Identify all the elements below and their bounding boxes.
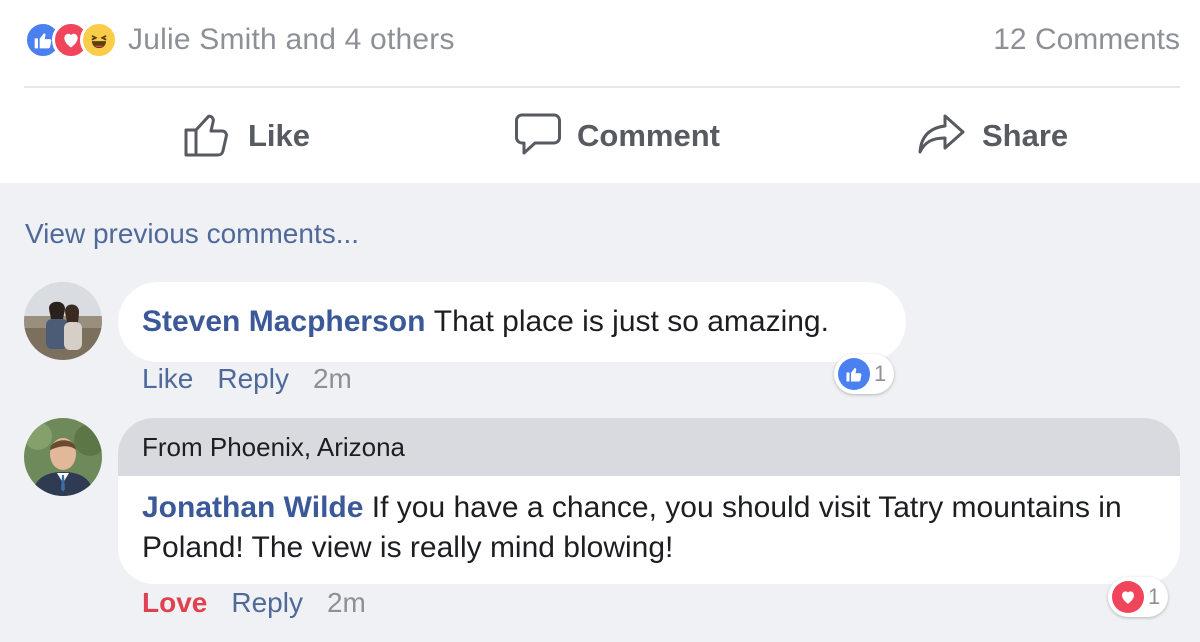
- comment-author[interactable]: Jonathan Wilde: [142, 491, 363, 524]
- divider: [24, 86, 1180, 88]
- share-button[interactable]: Share: [916, 100, 1068, 172]
- comment-reply-link[interactable]: Reply: [231, 587, 303, 619]
- view-previous-comments-link[interactable]: View previous comments...: [25, 218, 359, 250]
- thumbs-up-icon: [182, 110, 234, 163]
- comment-reaction-count[interactable]: 1: [834, 354, 895, 394]
- comment-timestamp: 2m: [312, 363, 352, 394]
- reaction-icons[interactable]: [24, 21, 118, 59]
- reactions-summary: Julie Smith and 4 others 12 Comments: [24, 18, 1180, 62]
- like-button[interactable]: Like: [182, 100, 310, 172]
- comments-count[interactable]: 12 Comments: [993, 23, 1180, 57]
- comment-label: Comment: [577, 118, 720, 153]
- comment-bubble: Steven Macpherson That place is just so …: [118, 282, 906, 362]
- haha-reaction-icon: [80, 21, 118, 59]
- like-reaction-icon: [838, 358, 870, 390]
- love-reaction-icon: [1112, 581, 1144, 613]
- action-bar: Like Comment Share: [0, 100, 1200, 172]
- reaction-count: 1: [1148, 584, 1161, 609]
- reaction-count: 1: [874, 361, 887, 386]
- comment-love-link[interactable]: Love: [142, 587, 207, 619]
- comment-bubble: From Phoenix, Arizona Jonathan Wilde If …: [118, 418, 1180, 584]
- comment-like-link[interactable]: Like: [142, 363, 193, 395]
- post-footer: Julie Smith and 4 others 12 Comments Lik…: [0, 0, 1200, 183]
- comment-body: Jonathan Wilde If you have a chance, you…: [118, 476, 1180, 568]
- comment-actions: Love Reply 2m: [142, 587, 366, 619]
- share-arrow-icon: [916, 110, 968, 163]
- comment-reply-link[interactable]: Reply: [217, 363, 289, 395]
- comment-author[interactable]: Steven Macpherson: [142, 305, 425, 339]
- share-label: Share: [982, 118, 1069, 153]
- like-label: Like: [248, 118, 311, 153]
- comment-text: That place is just so amazing.: [433, 305, 829, 338]
- avatar[interactable]: [24, 282, 102, 360]
- comment-timestamp: 2m: [326, 587, 366, 618]
- comment-button[interactable]: Comment: [513, 100, 720, 172]
- avatar[interactable]: [24, 418, 102, 496]
- comment-actions: Like Reply 2m: [142, 363, 352, 395]
- speech-bubble-icon: [513, 110, 563, 163]
- comment-location: From Phoenix, Arizona: [118, 418, 1180, 476]
- comment-reaction-count[interactable]: 1: [1108, 577, 1169, 617]
- reactors-text[interactable]: Julie Smith and 4 others: [128, 23, 455, 57]
